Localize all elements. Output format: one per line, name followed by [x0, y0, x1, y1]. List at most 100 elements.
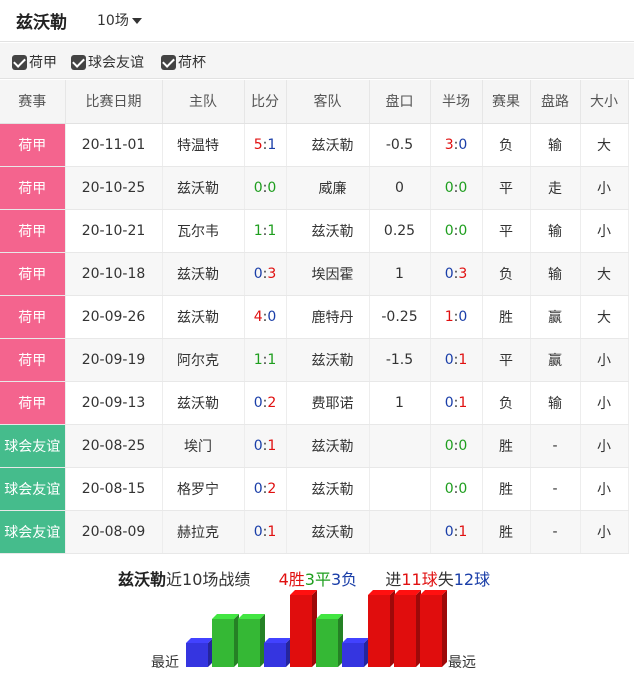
- score-cell[interactable]: 0:1: [244, 510, 287, 554]
- away-team-cell[interactable]: 兹沃勒: [286, 209, 370, 253]
- score-cell[interactable]: 0:1: [244, 424, 287, 468]
- competition-cell[interactable]: 荷甲: [0, 209, 66, 253]
- table-row[interactable]: 荷甲 20-09-13 兹沃勒 0:2 费耶诺 1 0:1 负输小: [0, 381, 629, 425]
- date-cell: 20-10-18: [65, 252, 163, 296]
- form-bar-loss: [342, 638, 369, 667]
- column-header: 大小: [580, 80, 629, 124]
- table-row[interactable]: 球会友谊 20-08-15 格罗宁 0:2 兹沃勒 0:0 胜 - 小: [0, 467, 629, 511]
- result-cell: 胜: [482, 510, 531, 554]
- filter-league[interactable]: 荷甲: [12, 52, 57, 72]
- score-cell[interactable]: 4:0: [244, 295, 287, 339]
- score-cell[interactable]: 0:0: [244, 166, 287, 210]
- over-under-cell: 大: [580, 252, 629, 296]
- score-home: 0: [253, 437, 263, 454]
- away-team-cell[interactable]: 兹沃勒: [286, 123, 370, 167]
- over-under-cell: 小: [580, 424, 629, 468]
- score-cell[interactable]: 1:1: [244, 209, 287, 253]
- form-bar-front: [186, 643, 208, 667]
- home-team-cell[interactable]: 兹沃勒: [162, 381, 245, 425]
- away-team-cell[interactable]: 埃因霍: [286, 252, 370, 296]
- away-team-cell[interactable]: 兹沃勒: [286, 338, 370, 382]
- competition-cell[interactable]: 荷甲: [0, 381, 66, 425]
- checkbox-checked-icon[interactable]: [71, 54, 86, 70]
- over-under-cell: 小: [580, 467, 629, 511]
- column-header: 赛事: [0, 80, 66, 124]
- form-bar-front: [212, 619, 234, 667]
- half-away: 1: [458, 394, 468, 411]
- half-home: 0: [444, 222, 454, 239]
- match-count-dropdown[interactable]: 10场: [97, 10, 142, 30]
- column-header: 盘口: [369, 80, 431, 124]
- home-team-cell[interactable]: 兹沃勒: [162, 295, 245, 339]
- over-under-cell: 大: [580, 295, 629, 339]
- competition-cell[interactable]: 荷甲: [0, 123, 66, 167]
- away-team-cell[interactable]: 兹沃勒: [286, 467, 370, 511]
- table-row[interactable]: 球会友谊 20-08-09 赫拉克 0:1 兹沃勒 0:1 胜 - 小: [0, 510, 629, 554]
- away-team-cell[interactable]: 威廉: [286, 166, 370, 210]
- filter-friendly[interactable]: 球会友谊: [71, 52, 144, 72]
- table-row[interactable]: 球会友谊 20-08-25 埃门 0:1 兹沃勒 0:0 胜 - 小: [0, 424, 629, 468]
- competition-cell[interactable]: 荷甲: [0, 166, 66, 210]
- score-cell[interactable]: 0:3: [244, 252, 287, 296]
- form-bar-front: [316, 619, 338, 667]
- table-row[interactable]: 荷甲 20-11-01 特温特 5:1 兹沃勒 -0.5 3:0 负输大: [0, 123, 629, 167]
- score-cell[interactable]: 1:1: [244, 338, 287, 382]
- home-team-cell[interactable]: 格罗宁: [162, 467, 245, 511]
- half-time-cell: 3:0: [430, 123, 483, 167]
- score-away: 0: [267, 179, 277, 196]
- half-home: 0: [444, 437, 454, 454]
- competition-cell[interactable]: 球会友谊: [0, 510, 66, 554]
- score-away: 1: [267, 351, 277, 368]
- competition-cell[interactable]: 荷甲: [0, 295, 66, 339]
- half-time-cell: 0:0: [430, 424, 483, 468]
- table-row[interactable]: 荷甲 20-09-26 兹沃勒 4:0 鹿特丹 -0.25 1:0 胜赢大: [0, 295, 629, 339]
- half-away: 1: [458, 351, 468, 368]
- form-bars-svg: [186, 590, 447, 667]
- home-team-cell[interactable]: 兹沃勒: [162, 166, 245, 210]
- handicap-line-cell: [369, 510, 431, 554]
- away-team-cell[interactable]: 鹿特丹: [286, 295, 370, 339]
- half-home: 1: [444, 308, 454, 325]
- score-cell[interactable]: 5:1: [244, 123, 287, 167]
- home-team-cell[interactable]: 兹沃勒: [162, 252, 245, 296]
- checkbox-checked-icon[interactable]: [12, 54, 27, 70]
- column-header: 赛果: [482, 80, 531, 124]
- score-home: 0: [253, 394, 263, 411]
- score-home: 1: [253, 222, 263, 239]
- score-cell[interactable]: 0:2: [244, 381, 287, 425]
- filter-cup[interactable]: 荷杯: [161, 52, 206, 72]
- score-cell[interactable]: 0:2: [244, 467, 287, 511]
- competition-cell[interactable]: 球会友谊: [0, 424, 66, 468]
- score-away: 0: [267, 308, 277, 325]
- checkbox-checked-icon[interactable]: [161, 54, 176, 70]
- date-cell: 20-08-09: [65, 510, 163, 554]
- result-cell: 平: [482, 209, 531, 253]
- handicap-result-cell: 赢: [530, 338, 581, 382]
- away-team-cell[interactable]: 费耶诺: [286, 381, 370, 425]
- table-row[interactable]: 荷甲 20-10-18 兹沃勒 0:3 埃因霍 1 0:3 负输大: [0, 252, 629, 296]
- home-team-cell[interactable]: 赫拉克: [162, 510, 245, 554]
- table-row[interactable]: 荷甲 20-09-19 阿尔克 1:1 兹沃勒 -1.5 0:1 平赢小: [0, 338, 629, 382]
- handicap-line-cell: 1: [369, 381, 431, 425]
- score-away: 1: [267, 136, 277, 153]
- competition-cell[interactable]: 球会友谊: [0, 467, 66, 511]
- home-team-cell[interactable]: 瓦尔韦: [162, 209, 245, 253]
- handicap-result-cell: 走: [530, 166, 581, 210]
- table-row[interactable]: 荷甲 20-10-25 兹沃勒 0:0 威廉 0 0:0 平走小: [0, 166, 629, 210]
- competition-cell[interactable]: 荷甲: [0, 338, 66, 382]
- form-bar-draw: [316, 614, 343, 667]
- score-home: 0: [253, 179, 263, 196]
- competition-cell[interactable]: 荷甲: [0, 252, 66, 296]
- away-team-cell[interactable]: 兹沃勒: [286, 510, 370, 554]
- half-home: 0: [444, 480, 454, 497]
- home-team-cell[interactable]: 特温特: [162, 123, 245, 167]
- result-cell: 平: [482, 166, 531, 210]
- half-away: 1: [458, 523, 468, 540]
- table-row[interactable]: 荷甲 20-10-21 瓦尔韦 1:1 兹沃勒 0.25 0:0 平输小: [0, 209, 629, 253]
- home-team-cell[interactable]: 埃门: [162, 424, 245, 468]
- result-cell: 胜: [482, 467, 531, 511]
- home-team-cell[interactable]: 阿尔克: [162, 338, 245, 382]
- form-bar-front: [290, 595, 312, 667]
- away-team-cell[interactable]: 兹沃勒: [286, 424, 370, 468]
- filter-label: 荷杯: [178, 55, 206, 71]
